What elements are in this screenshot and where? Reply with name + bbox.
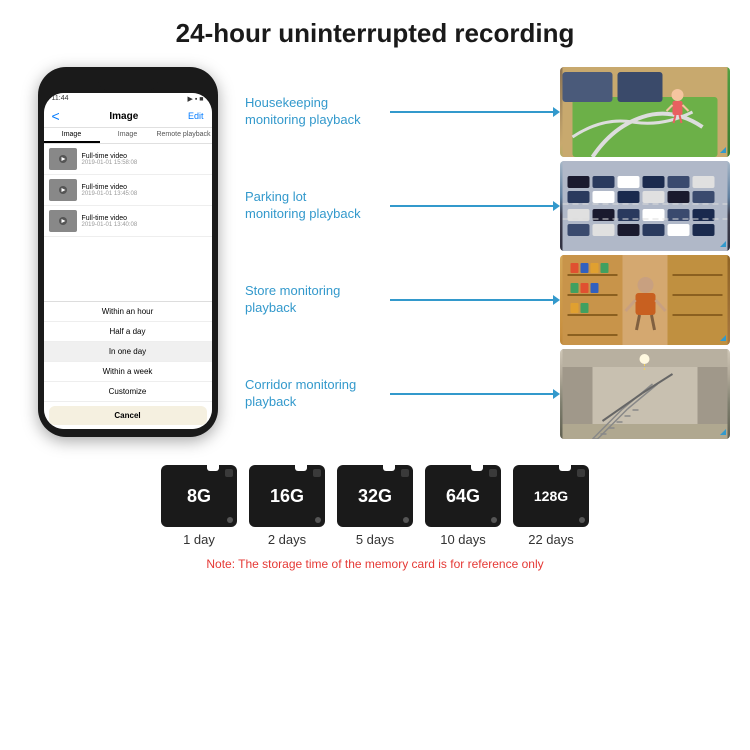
video-info: Full-time video 2019-01-01 13:45:08 — [82, 184, 207, 197]
arrow-icon — [553, 107, 560, 117]
video-thumbnail — [49, 179, 77, 201]
sd-card-icon-64g: 64G — [425, 465, 501, 527]
monitoring-text-housekeeping: Housekeepingmonitoring playback — [245, 95, 390, 129]
sd-days-16g: 2 days — [268, 532, 306, 547]
monitoring-text-store: Store monitoringplayback — [245, 283, 390, 317]
sd-card-icon-32g: 32G — [337, 465, 413, 527]
dropdown-item-customize[interactable]: Customize — [44, 382, 212, 402]
sd-card-8g: 8G 1 day — [161, 465, 237, 547]
phone-video-list: Full-time video 2019-01-01 15:58:08 Full… — [44, 144, 212, 301]
phone-tabs: Image Image Remote playback — [44, 128, 212, 144]
sd-card-128g: 128G 22 days — [513, 465, 589, 547]
sd-card-notch — [471, 465, 483, 471]
sd-card-notch — [559, 465, 571, 471]
video-title: Full-time video — [82, 215, 207, 222]
list-item[interactable]: Full-time video 2019-01-01 13:40:08 — [44, 206, 212, 237]
sd-card-32g: 32G 5 days — [337, 465, 413, 547]
connector-line — [390, 299, 553, 301]
sd-days-128g: 22 days — [528, 532, 574, 547]
phone-cancel-button[interactable]: Cancel — [49, 406, 207, 425]
phone-screen-title: Image — [109, 111, 138, 122]
sd-card-notch — [207, 465, 219, 471]
monitoring-corridor: Corridor monitoringplayback — [245, 349, 730, 439]
monitoring-store: Store monitoringplayback — [245, 255, 730, 345]
list-item[interactable]: Full-time video 2019-01-01 13:45:08 — [44, 175, 212, 206]
sd-card-64g: 64G 10 days — [425, 465, 501, 547]
sd-card-label-64g: 64G — [446, 486, 480, 507]
phone-edit-button[interactable]: Edit — [188, 111, 204, 121]
corner-indicator — [720, 429, 726, 435]
video-info: Full-time video 2019-01-01 15:58:08 — [82, 153, 207, 166]
connector-line — [390, 393, 553, 395]
monitoring-image-corridor — [560, 349, 730, 439]
sd-days-64g: 10 days — [440, 532, 486, 547]
arrow-icon — [553, 201, 560, 211]
video-thumbnail — [49, 210, 77, 232]
monitoring-image-store — [560, 255, 730, 345]
monitoring-image-parking — [560, 161, 730, 251]
monitoring-text-corridor: Corridor monitoringplayback — [245, 377, 390, 411]
monitoring-text-parking: Parking lotmonitoring playback — [245, 189, 390, 223]
phone-back-button[interactable]: < — [52, 108, 60, 124]
phone-tab-remote[interactable]: Remote playback — [156, 128, 212, 143]
dropdown-item-within-hour[interactable]: Within an hour — [44, 302, 212, 322]
sd-card-label-8g: 8G — [187, 486, 211, 507]
arrow-icon — [553, 389, 560, 399]
sd-days-32g: 5 days — [356, 532, 394, 547]
sd-card-16g: 16G 2 days — [249, 465, 325, 547]
monitoring-section: Housekeepingmonitoring playback — [245, 67, 730, 443]
sd-card-label-32g: 32G — [358, 486, 392, 507]
monitoring-label-parking: Parking lotmonitoring playback — [245, 189, 390, 223]
sd-cards-row: 8G 1 day 16G 2 days 32G 5 — [161, 465, 589, 547]
sd-section: 8G 1 day 16G 2 days 32G 5 — [20, 465, 730, 571]
sd-card-notch — [383, 465, 395, 471]
sd-card-label-128g: 128G — [534, 488, 568, 504]
monitoring-label-store: Store monitoringplayback — [245, 283, 390, 317]
sd-card-notch — [295, 465, 307, 471]
video-title: Full-time video — [82, 184, 207, 191]
phone-tab-image2[interactable]: Image — [100, 128, 156, 143]
video-time: 2019-01-01 13:45:08 — [82, 191, 207, 197]
sd-card-label-16g: 16G — [270, 486, 304, 507]
phone-dropdown-menu: Within an hour Half a day In one day Wit… — [44, 301, 212, 429]
sd-card-icon-8g: 8G — [161, 465, 237, 527]
connector-line — [390, 205, 553, 207]
phone-screen: 11:44 ▶ ▪ ■ < Image Edit Image Image Rem… — [44, 93, 212, 429]
list-item[interactable]: Full-time video 2019-01-01 15:58:08 — [44, 144, 212, 175]
video-time: 2019-01-01 15:58:08 — [82, 160, 207, 166]
monitoring-label-corridor: Corridor monitoringplayback — [245, 377, 390, 411]
video-time: 2019-01-01 13:40:08 — [82, 222, 207, 228]
sd-card-icon-16g: 16G — [249, 465, 325, 527]
video-info: Full-time video 2019-01-01 13:40:08 — [82, 215, 207, 228]
video-thumbnail — [49, 148, 77, 170]
sd-card-icon-128g: 128G — [513, 465, 589, 527]
phone-header: < Image Edit — [44, 105, 212, 128]
corner-indicator — [720, 335, 726, 341]
monitoring-housekeeping: Housekeepingmonitoring playback — [245, 67, 730, 157]
corner-indicator — [720, 241, 726, 247]
page-title: 24-hour uninterrupted recording — [176, 18, 575, 49]
monitoring-image-housekeeping — [560, 67, 730, 157]
phone-mockup: 11:44 ▶ ▪ ■ < Image Edit Image Image Rem… — [38, 67, 218, 437]
corner-indicator — [720, 147, 726, 153]
phone-statusbar: 11:44 ▶ ▪ ■ — [44, 93, 212, 105]
dropdown-item-half-day[interactable]: Half a day — [44, 322, 212, 342]
video-title: Full-time video — [82, 153, 207, 160]
phone-tab-image[interactable]: Image — [44, 128, 100, 143]
monitoring-label-housekeeping: Housekeepingmonitoring playback — [245, 95, 390, 129]
phone-icons: ▶ ▪ ■ — [188, 95, 204, 103]
monitoring-parking: Parking lotmonitoring playback — [245, 161, 730, 251]
connector-line — [390, 111, 553, 113]
sd-days-8g: 1 day — [183, 532, 215, 547]
storage-note: Note: The storage time of the memory car… — [206, 557, 543, 571]
dropdown-item-one-day[interactable]: In one day — [44, 342, 212, 362]
phone-notch — [98, 75, 158, 91]
arrow-icon — [553, 295, 560, 305]
dropdown-item-week[interactable]: Within a week — [44, 362, 212, 382]
phone-time: 11:44 — [52, 95, 69, 103]
